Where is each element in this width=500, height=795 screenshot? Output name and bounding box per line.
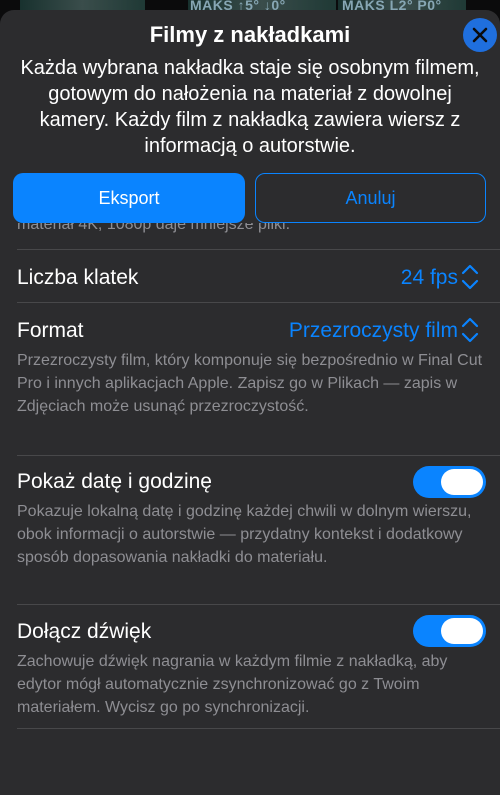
show-datetime-toggle[interactable] <box>413 466 486 498</box>
sheet-title: Filmy z nakładkami <box>149 22 351 47</box>
divider <box>17 455 500 456</box>
divider <box>17 302 500 303</box>
show-datetime-label: Pokaż datę i godzinę <box>17 470 212 493</box>
show-datetime-description: Pokazuje lokalną datę i godzinę każdej c… <box>17 503 472 566</box>
frame-rate-label: Liczba klatek <box>17 266 139 289</box>
sheet-description: Każda wybrana nakładka staje się osobnym… <box>20 57 480 157</box>
chevron-up-down-icon[interactable] <box>458 262 482 292</box>
cancel-button[interactable]: Anuluj <box>255 173 486 223</box>
include-sound-label: Dołącz dźwięk <box>17 620 152 643</box>
close-x-icon <box>472 27 488 43</box>
export-overlays-sheet: Filmy z nakładkami Każda wybrana nakładk… <box>0 10 500 795</box>
format-picker[interactable]: Przezroczysty film <box>289 319 458 343</box>
include-sound-description: Zachowuje dźwięk nagrania w każdym filmi… <box>17 653 448 716</box>
chevron-up-down-icon[interactable] <box>458 315 482 345</box>
export-button[interactable]: Eksport <box>13 173 245 223</box>
close-button[interactable] <box>463 18 497 52</box>
format-label: Format <box>17 319 84 342</box>
resolution-description: materiał 4K, 1080p daje mniejsze pliki. <box>17 223 291 233</box>
toggle-knob <box>441 469 483 495</box>
scrolled-description: materiał 4K, 1080p daje mniejsze pliki. <box>17 223 487 248</box>
divider <box>17 604 500 605</box>
divider <box>17 249 500 250</box>
toggle-knob <box>441 618 483 644</box>
include-sound-toggle[interactable] <box>413 615 486 647</box>
frame-rate-picker[interactable]: 24 fps <box>401 266 458 290</box>
format-description: Przezroczysty film, który komponuje się … <box>17 352 483 415</box>
divider <box>17 728 500 729</box>
